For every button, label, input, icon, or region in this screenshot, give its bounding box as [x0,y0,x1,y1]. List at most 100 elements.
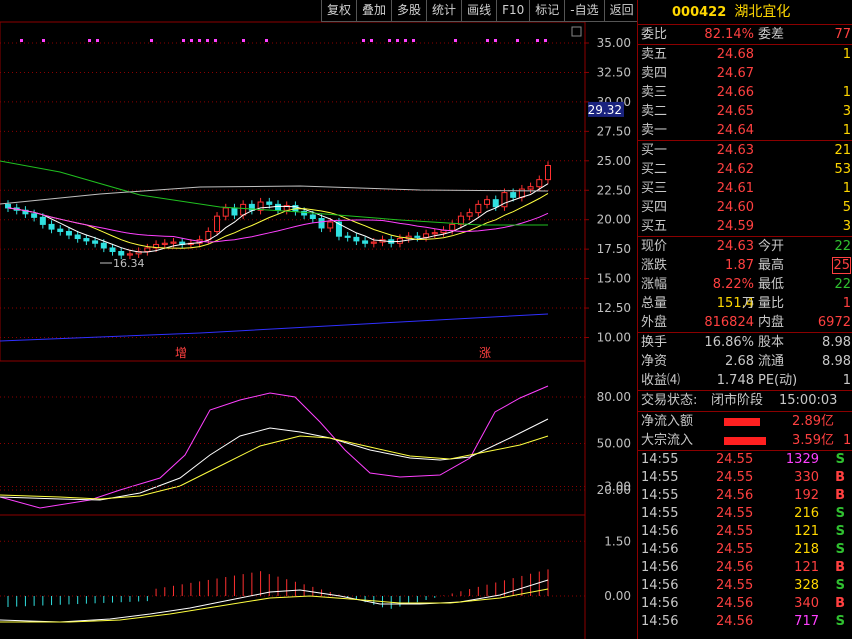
tick-volume: 340 [794,596,819,611]
tick-row[interactable]: 14:55 24.55 330 B [638,469,852,487]
toolbar-button[interactable]: 标记 [529,0,565,22]
signal-dot [412,39,415,42]
level-label: 卖三 [641,85,668,100]
toolbar-button[interactable]: 多股 [391,0,427,22]
stat-row: 涨幅 8.22% 最低 22 [638,275,852,294]
candle-body [275,203,281,211]
ask-row: 卖四 24.67 [638,64,852,83]
tick-time: 14:56 [641,614,679,629]
toolbar-button[interactable]: -自选 [564,0,604,22]
fin-label: 净资 [641,354,668,369]
signal-dot [404,39,407,42]
candle-body [527,186,534,190]
tick-volume: 328 [794,578,819,593]
tick-time: 14:55 [641,452,679,467]
stat-value2: 25 [832,257,851,274]
tick-row[interactable]: 14:55 24.56 192 B [638,487,852,505]
kline-chart[interactable]: 35.0032.5030.0027.5025.0022.5020.0017.50… [0,0,637,639]
candle-body [240,203,247,216]
stat-value: 816824 [704,315,754,330]
tick-direction: B [835,470,845,485]
tick-row[interactable]: 14:56 24.55 328 S [638,577,852,595]
candle-body [431,232,438,235]
tick-direction: S [835,542,845,557]
financial-stats: 换手 16.86% 股本 8.98 净资 2.68 流通 8.98 收益⑷ 1.748 PE(动) 1 [638,333,852,391]
candle-body [118,251,125,256]
tick-row[interactable]: 14:55 24.55 216 S [638,505,852,523]
stock-name: 湖北宜化 [734,4,791,20]
price-tick-label: 32.50 [597,65,631,79]
tick-time: 14:55 [641,488,679,503]
tick-direction: S [835,452,845,467]
stat-value2: 1 [842,296,851,311]
candle-body [475,203,482,214]
fin-value: 16.86% [704,335,754,350]
tick-row[interactable]: 14:55 24.55 1329 S [638,451,852,469]
level-volume: 5 [842,200,851,215]
signal-dot [362,39,365,42]
tick-volume: 717 [794,614,819,629]
signal-dot [265,39,268,42]
price-tick-label: 27.50 [597,124,631,138]
toolbar-button[interactable]: 叠加 [356,0,392,22]
tick-price: 24.55 [716,452,754,467]
fin-label2: PE(动) [758,373,798,388]
signal-dot [190,39,193,42]
stat-unit: 万 [742,296,756,311]
bid-row: 买二 24.62 53 [638,160,852,179]
toolbar-button[interactable]: 画线 [461,0,497,22]
fin-row: 净资 2.68 流通 8.98 [638,352,852,371]
price-tick-label: 35.00 [597,36,631,50]
candle-body [100,242,107,249]
tick-direction: S [835,578,845,593]
capital-flows: 净流入额 2.89 亿大宗流入 3.59 亿 1 [638,411,852,451]
ask-row: 卖一 24.64 1 [638,121,852,140]
stat-label2: 今开 [758,239,785,254]
level-price: 24.68 [716,47,754,62]
level-price: 24.59 [716,219,754,234]
fin-row: 收益⑷ 1.748 PE(动) 1 [638,371,852,390]
stat-label: 总量 [641,296,668,311]
tick-list[interactable]: 14:55 24.55 1329 S 14:55 24.55 330 B 14:55 24.56 1… [638,451,852,631]
tick-row[interactable]: 14:56 24.55 121 S [638,523,852,541]
tick-direction: S [835,524,845,539]
bid-row: 买四 24.60 5 [638,198,852,217]
stat-value: 1.87 [725,258,754,273]
flow-unit: 亿 [821,433,835,448]
tick-row[interactable]: 14:56 24.55 218 S [638,541,852,559]
signal-dot [494,39,497,42]
candle-body [309,214,316,220]
tick-time: 14:56 [641,596,679,611]
stat-value: 24.63 [716,239,754,254]
tick-row[interactable]: 14:56 24.56 340 B [638,595,852,613]
low-price-label: 16.34 [113,257,145,270]
level-price: 24.62 [716,162,754,177]
tick-time: 14:55 [641,470,679,485]
toolbar-button[interactable]: 统计 [426,0,462,22]
flow-value: 3.59 [792,433,821,448]
signal-dot [182,39,185,42]
toolbar-button[interactable]: F10 [496,0,530,22]
tick-direction: B [835,596,845,611]
candle-body [126,253,133,256]
macd-tick-label: 1.50 [604,534,631,548]
toolbar-button[interactable]: 复权 [321,0,357,22]
signal-dot [454,39,457,42]
candle-body [362,240,369,244]
level-volume: 1 [842,47,851,62]
level-label: 买一 [641,143,668,158]
level-volume: 21 [834,143,851,158]
tick-row[interactable]: 14:56 24.56 121 B [638,559,852,577]
tick-time: 14:56 [641,524,679,539]
level-label: 卖五 [641,47,668,62]
signal-dot [370,39,373,42]
trade-status-state: 闭市阶段 [711,393,764,408]
tick-row[interactable]: 14:56 24.56 717 S [638,613,852,631]
stat-row: 外盘 816824 内盘 6972 [638,313,852,332]
tick-price: 24.55 [716,524,754,539]
stat-value2: 6972 [817,315,851,330]
toolbar-button[interactable]: 返回 [603,0,639,22]
stat-label2: 内盘 [758,315,785,330]
level-price: 24.64 [716,123,754,138]
stat-label: 外盘 [641,315,668,330]
